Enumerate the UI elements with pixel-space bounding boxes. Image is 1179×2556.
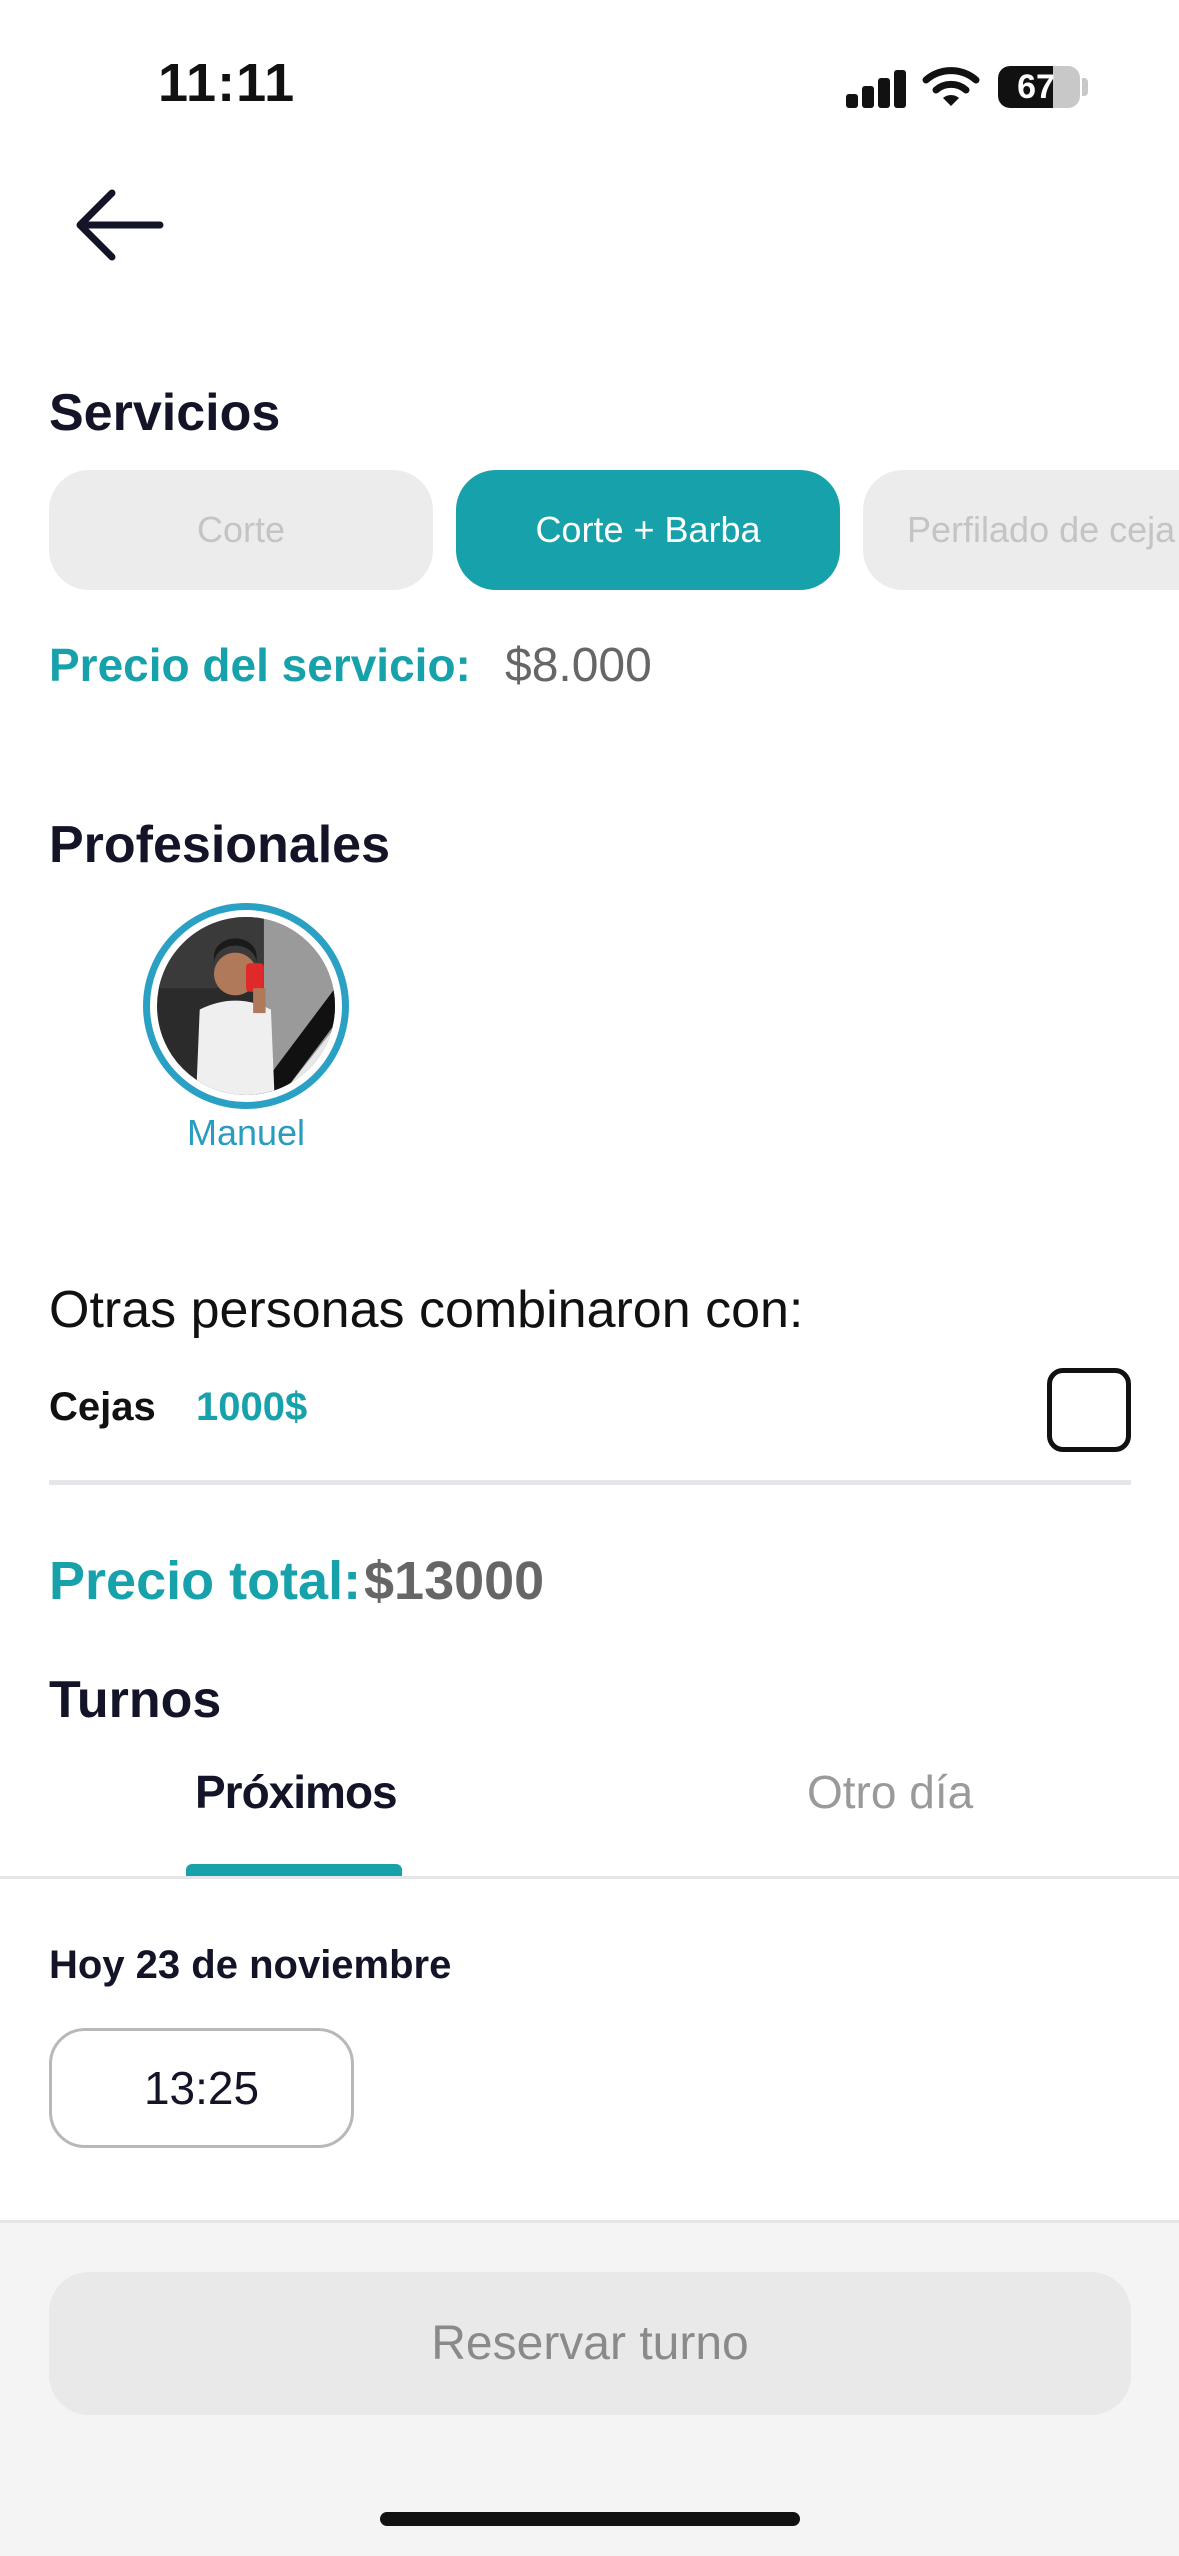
professional-avatar-manuel[interactable] — [143, 903, 349, 1109]
divider — [49, 1480, 1131, 1485]
total-price-value: $13000 — [364, 1551, 545, 1611]
addon-checkbox[interactable] — [1047, 1368, 1131, 1452]
time-slot[interactable]: 13:25 — [49, 2028, 354, 2148]
professionals-title: Profesionales — [49, 816, 391, 874]
tab-otro-dia[interactable]: Otro día — [807, 1765, 973, 1819]
back-arrow-icon[interactable] — [70, 180, 170, 270]
screen: 11:11 67 Servicios Corte Corte + Barba P… — [0, 0, 1179, 2556]
service-chip-perfilado[interactable]: Perfilado de ceja — [863, 470, 1179, 590]
professional-name[interactable]: Manuel — [143, 1112, 349, 1154]
service-chips: Corte Corte + Barba Perfilado de ceja — [49, 470, 1179, 590]
reserve-button[interactable]: Reservar turno — [49, 2272, 1131, 2415]
services-title: Servicios — [49, 384, 281, 442]
turnos-title: Turnos — [49, 1671, 222, 1729]
service-price-value: $8.000 — [505, 639, 652, 692]
addon-name: Cejas — [49, 1385, 156, 1429]
avatar — [157, 917, 335, 1095]
status-time: 11:11 — [158, 53, 296, 113]
battery-cap — [1082, 78, 1088, 96]
cellular-signal-icon — [846, 70, 906, 108]
addon-price: 1000$ — [196, 1385, 308, 1429]
combos-title: Otras personas combinaron con: — [49, 1281, 804, 1339]
battery-level: 67 — [1017, 67, 1055, 106]
tab-active-indicator — [186, 1864, 402, 1876]
service-price-label: Precio del servicio: — [49, 639, 471, 691]
date-label: Hoy 23 de noviembre — [49, 1943, 452, 1987]
total-price-label: Precio total: — [49, 1551, 362, 1611]
service-chip-corte[interactable]: Corte — [49, 470, 433, 590]
service-chip-corte-barba[interactable]: Corte + Barba — [456, 470, 840, 590]
battery-icon: 67 — [998, 66, 1080, 108]
wifi-icon — [922, 67, 980, 106]
avatar-photo — [157, 917, 335, 1095]
tabs-divider — [0, 1876, 1179, 1879]
tab-proximos[interactable]: Próximos — [195, 1765, 398, 1819]
home-indicator — [380, 2512, 800, 2526]
